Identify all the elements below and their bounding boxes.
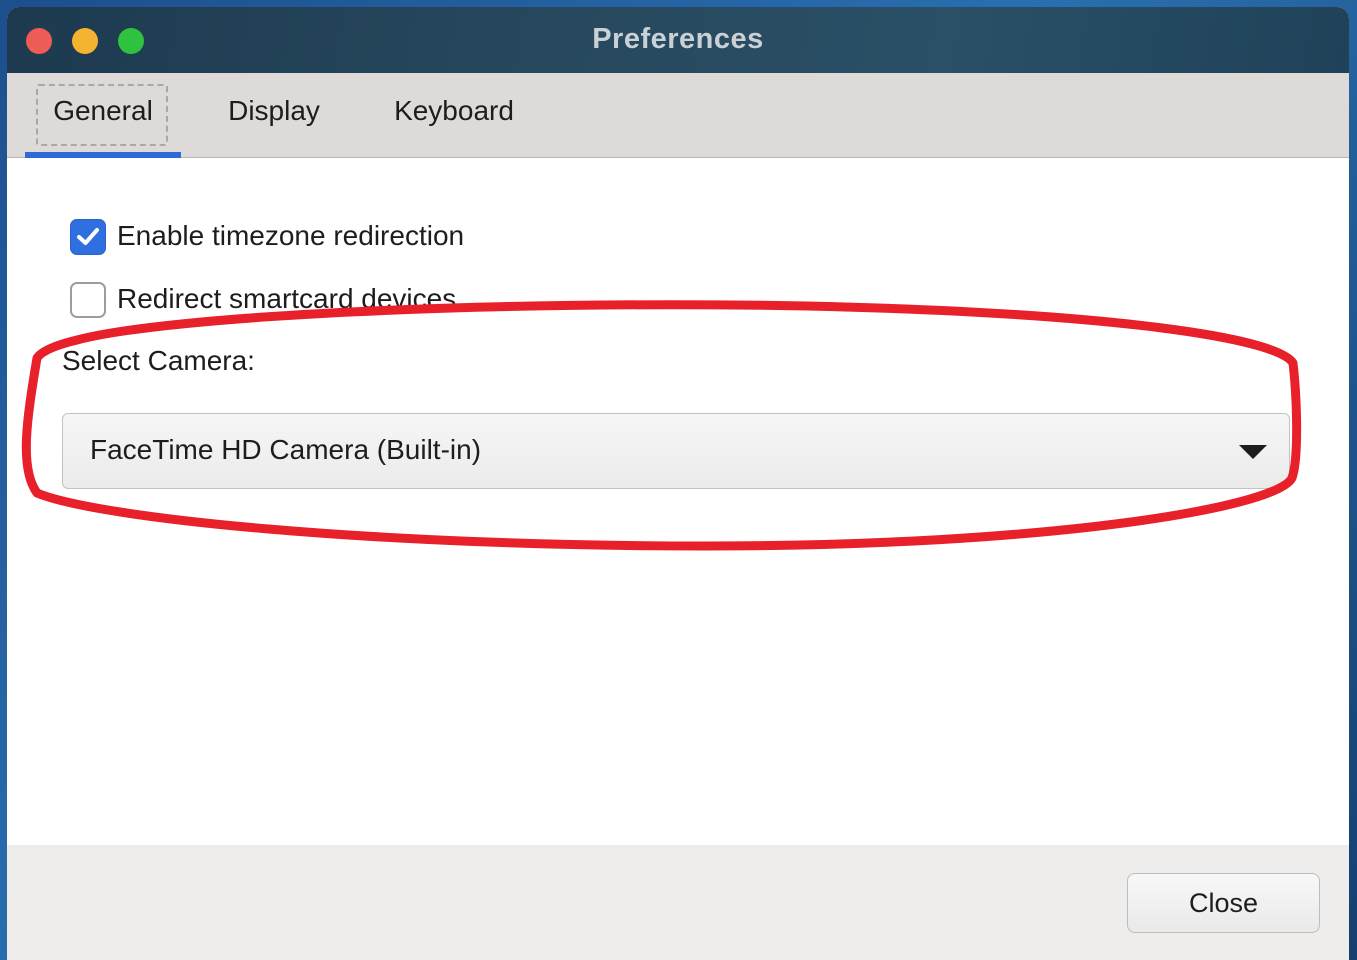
tab-general[interactable]: General xyxy=(25,73,181,158)
select-camera-label: Select Camera: xyxy=(62,345,255,376)
camera-select[interactable]: FaceTime HD Camera (Built-in) xyxy=(62,413,1290,489)
title-bar[interactable]: Preferences xyxy=(7,7,1349,73)
checkmark-icon xyxy=(77,228,99,245)
general-panel: Enable timezone redirection Redirect sma… xyxy=(7,158,1349,845)
tab-display[interactable]: Display xyxy=(217,73,331,157)
dialog-footer: Close xyxy=(7,845,1349,960)
preferences-window: Preferences General Display Keyboard Ena… xyxy=(7,7,1349,960)
window-title: Preferences xyxy=(592,23,764,55)
tab-keyboard-label: Keyboard xyxy=(394,95,514,126)
camera-select-value: FaceTime HD Camera (Built-in) xyxy=(90,434,482,465)
tab-bar: General Display Keyboard xyxy=(7,73,1349,158)
dropdown-arrow-icon xyxy=(1239,445,1267,459)
red-highlight-ellipse xyxy=(21,300,1302,551)
timezone-redirection-label: Enable timezone redirection xyxy=(117,220,465,251)
smartcard-redirection-label: Redirect smartcard devices xyxy=(117,283,457,314)
tab-keyboard[interactable]: Keyboard xyxy=(385,73,523,157)
smartcard-redirection-checkbox[interactable] xyxy=(70,282,106,318)
close-button[interactable]: Close xyxy=(1127,873,1320,933)
tab-display-label: Display xyxy=(228,95,320,126)
tab-general-label: General xyxy=(53,95,153,126)
timezone-redirection-checkbox[interactable] xyxy=(70,219,106,255)
